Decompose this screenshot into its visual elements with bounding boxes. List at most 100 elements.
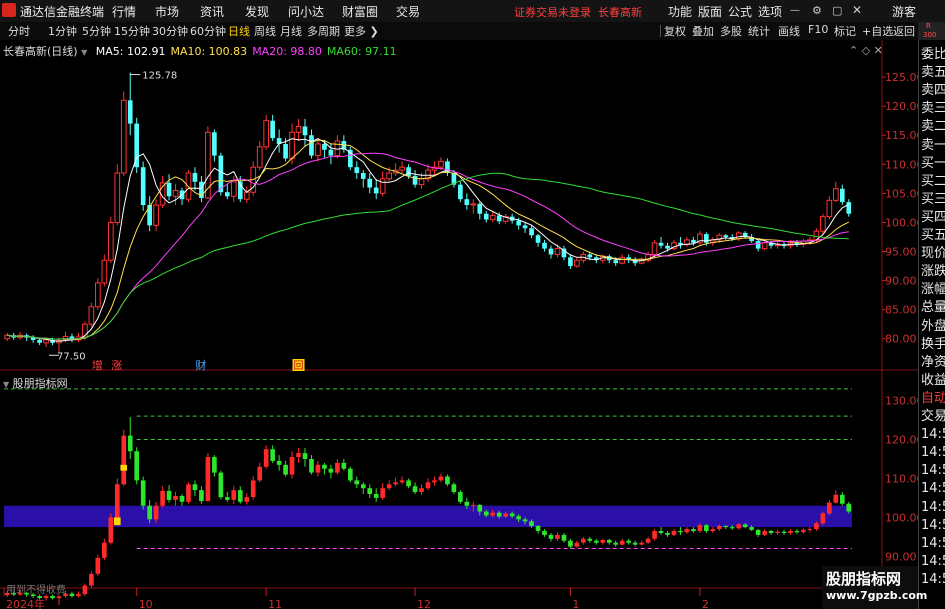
menu-item-ask[interactable]: 问小达: [288, 3, 324, 20]
indicator-candle-body: [652, 531, 657, 539]
indicator-candle-body: [794, 531, 800, 533]
candle-body: [587, 254, 593, 258]
indicator-candle-body: [742, 524, 748, 528]
sidebar-item[interactable]: 14:56: [921, 571, 945, 589]
indicator-candle-body: [814, 523, 819, 530]
sidebar-item[interactable]: 14:56: [921, 462, 945, 480]
sidebar-item[interactable]: 14:56: [921, 553, 945, 571]
period-more[interactable]: 更多 ❯: [344, 23, 379, 39]
corner-logo: 股朋指标网 www.7gpzb.com: [822, 566, 927, 609]
menu-item-function[interactable]: 功能: [668, 3, 692, 20]
minimize-icon[interactable]: —: [790, 5, 800, 16]
menu-item-options[interactable]: 选项: [758, 3, 782, 20]
sidebar-item[interactable]: 买三: [921, 191, 945, 209]
candle-body: [373, 187, 379, 194]
sidebar-item[interactable]: 涨幅: [921, 281, 945, 299]
period-15min[interactable]: 15分钟: [114, 23, 150, 39]
x-tick-label: 2: [702, 598, 709, 609]
sidebar-item[interactable]: 交易: [921, 408, 945, 426]
tool-overlay[interactable]: 叠加: [692, 23, 714, 39]
sidebar-item[interactable]: 14:56: [921, 480, 945, 498]
period-daily[interactable]: 日线: [228, 23, 250, 39]
sidebar-item[interactable]: 净资: [921, 354, 945, 372]
period-monthly[interactable]: 月线: [280, 23, 302, 39]
settings-icon[interactable]: ⚙: [812, 4, 822, 17]
guest-user[interactable]: 游客: [892, 3, 916, 20]
indicator-candle-body: [483, 511, 489, 516]
tool-multi-stock[interactable]: 多股: [720, 23, 742, 39]
kline-chart[interactable]: 80.0085.0090.0095.00100.00105.00110.0011…: [0, 40, 918, 609]
period-multi[interactable]: 多周期: [307, 23, 340, 39]
indicator-candle-body: [839, 494, 845, 504]
candle-body: [328, 149, 334, 156]
indicator-candle-body: [749, 527, 754, 530]
indicator-candle-body: [438, 476, 444, 481]
sidebar-item[interactable]: 总量: [921, 299, 945, 317]
sidebar-item[interactable]: 卖二: [921, 118, 945, 136]
indicator-candle-body: [89, 573, 94, 586]
sidebar-item[interactable]: 买四: [921, 209, 945, 227]
sidebar-item[interactable]: 涨跌: [921, 263, 945, 281]
sidebar-item[interactable]: 14:56: [921, 517, 945, 535]
sidebar-item[interactable]: 买二: [921, 173, 945, 191]
sidebar-item[interactable]: 委比: [921, 46, 945, 64]
sidebar-item[interactable]: 买五: [921, 227, 945, 245]
menu-item-market[interactable]: 市场: [155, 3, 179, 20]
period-intraday[interactable]: 分时: [8, 23, 30, 39]
y-tick-label: 95.00: [885, 246, 917, 259]
window-icon[interactable]: ▢: [832, 4, 842, 17]
sidebar-item[interactable]: 卖四: [921, 82, 945, 100]
sidebar-item[interactable]: 卖五: [921, 64, 945, 82]
period-5min[interactable]: 5分钟: [82, 23, 111, 39]
indicator-candle-body: [535, 525, 541, 532]
sidebar-item[interactable]: 外盘: [921, 318, 945, 336]
menu-item-layout[interactable]: 版面: [698, 3, 722, 20]
indicator-candle-body: [820, 513, 826, 524]
chevron-down-icon[interactable]: ▼: [81, 48, 87, 57]
tool-draw[interactable]: 画线: [778, 23, 800, 39]
tool-f10[interactable]: F10: [808, 23, 828, 36]
sidebar-item[interactable]: 14:56: [921, 499, 945, 517]
period-1min[interactable]: 1分钟: [48, 23, 77, 39]
indicator-candle-body: [432, 480, 437, 483]
menu-item-trade[interactable]: 交易: [396, 3, 420, 20]
sidebar-item[interactable]: 现价: [921, 245, 945, 263]
candle-body: [295, 126, 302, 133]
x-tick-label: 2024年: [6, 597, 45, 609]
sidebar-item[interactable]: 14:56: [921, 535, 945, 553]
candle-body: [619, 256, 626, 264]
sidebar-item[interactable]: 卖一: [921, 137, 945, 155]
tool-mark[interactable]: 标记: [834, 23, 856, 39]
candle-body: [360, 173, 366, 179]
menu-item-news[interactable]: 资讯: [200, 3, 224, 20]
period-60min[interactable]: 60分钟: [190, 23, 226, 39]
sidebar-item[interactable]: 14:56: [921, 426, 945, 444]
menu-item-quotes[interactable]: 行情: [112, 3, 136, 20]
menu-item-formula[interactable]: 公式: [728, 3, 752, 20]
menu-item-discover[interactable]: 发现: [245, 3, 269, 20]
candle-body: [192, 173, 198, 182]
low-label: 77.50: [57, 351, 86, 362]
pane-controls[interactable]: ⌃ ◇ ✕: [849, 44, 883, 57]
sidebar-item[interactable]: 14:56: [921, 444, 945, 462]
indicator-candle-body: [199, 490, 204, 502]
tool-stats[interactable]: 统计: [748, 23, 770, 39]
tool-back[interactable]: 返回: [893, 23, 915, 39]
indicator-candle-body: [775, 531, 780, 533]
menu-item-wealth[interactable]: 财富圈: [342, 3, 378, 20]
login-status[interactable]: 证券交易未登录 长春高新: [514, 4, 642, 20]
tool-add-watchlist[interactable]: +自选: [862, 23, 893, 39]
indicator-candle-body: [458, 492, 463, 502]
period-30min[interactable]: 30分钟: [152, 23, 188, 39]
tool-adjust[interactable]: 复权: [664, 23, 686, 39]
indicator-dropdown-icon[interactable]: ▼: [3, 380, 9, 389]
sidebar-item[interactable]: 买一: [921, 155, 945, 173]
sidebar-item[interactable]: 收益: [921, 372, 945, 390]
sidebar-item[interactable]: 换手: [921, 336, 945, 354]
indicator-candle-body: [335, 462, 340, 473]
sidebar-item[interactable]: 自动: [921, 390, 945, 408]
right-badge[interactable]: R 300: [918, 22, 945, 40]
sidebar-item[interactable]: 卖三: [921, 100, 945, 118]
close-icon[interactable]: ✕: [852, 3, 862, 17]
period-weekly[interactable]: 周线: [254, 23, 276, 39]
